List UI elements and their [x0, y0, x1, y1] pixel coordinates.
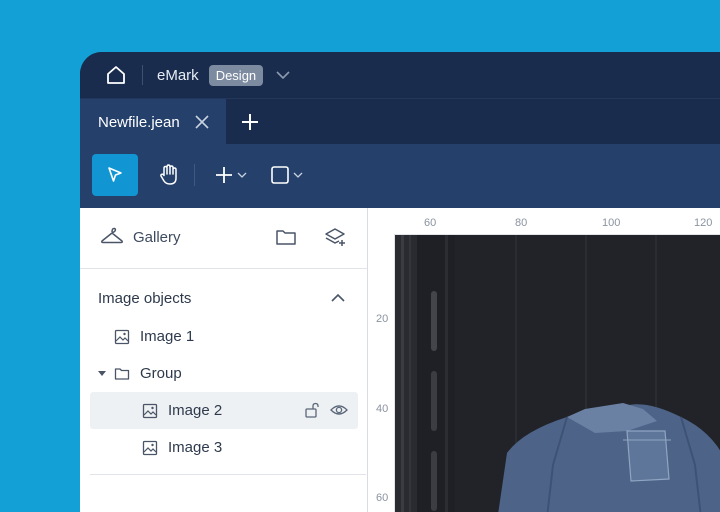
folder-icon: [114, 368, 130, 380]
ruler-tick-label: 20: [376, 313, 389, 325]
toolbar-divider: [194, 164, 195, 186]
home-button[interactable]: [102, 61, 130, 89]
chevron-down-icon: [237, 172, 246, 178]
list-item-image-2[interactable]: Image 2: [90, 392, 358, 429]
list-item-label: Image 1: [140, 328, 195, 345]
list-item-group[interactable]: Group: [90, 355, 358, 392]
list-item-label: Group: [140, 365, 182, 382]
ruler-tick-label: 60: [376, 492, 389, 504]
list-item-image-3[interactable]: Image 3: [90, 429, 358, 466]
tab-newfile[interactable]: Newfile.jean: [80, 99, 226, 145]
add-tab-icon[interactable]: [240, 112, 260, 132]
app-window: eMark Design Newfile.jean Gallery Image …: [80, 52, 720, 512]
titlebar: eMark Design: [80, 52, 720, 98]
canvas-image[interactable]: [395, 235, 720, 512]
mode-dropdown-button[interactable]: [273, 65, 293, 85]
image-icon: [114, 329, 130, 345]
image-icon: [142, 440, 158, 456]
ruler-tick-label: 60: [424, 217, 437, 229]
ruler-tick-label: 40: [376, 403, 389, 415]
gallery-header: Gallery: [80, 208, 367, 269]
app-name: eMark: [157, 66, 199, 84]
hanger-icon: [100, 227, 124, 244]
ruler-tick-label: 120: [694, 217, 713, 229]
caret-down-icon[interactable]: [98, 371, 106, 377]
denim-jacket-photo: [395, 235, 720, 512]
mode-badge[interactable]: Design: [208, 64, 264, 86]
ruler-tick-label: 100: [602, 217, 621, 229]
select-tool-button[interactable]: [92, 154, 138, 196]
shape-tool-button[interactable]: [266, 158, 306, 192]
plus-icon: [215, 167, 232, 183]
square-icon: [270, 166, 289, 184]
ruler-top: 60 80 100 120: [368, 208, 720, 235]
add-layer-icon[interactable]: [323, 226, 347, 248]
title-divider: [142, 65, 143, 85]
close-icon[interactable]: [194, 114, 210, 130]
list-item-image-1[interactable]: Image 1: [90, 318, 358, 355]
cursor-icon: [108, 167, 122, 182]
unlock-icon[interactable]: [304, 402, 320, 418]
tab-label: Newfile.jean: [98, 113, 180, 131]
ruler-tick-label: 80: [515, 217, 528, 229]
section-title: Image objects: [98, 290, 192, 307]
add-tool-button[interactable]: [210, 158, 250, 192]
panel-divider: [90, 474, 366, 475]
chevron-up-icon[interactable]: [330, 290, 346, 306]
list-item-label: Image 3: [168, 439, 223, 456]
chevron-down-icon: [293, 172, 302, 178]
ruler-left: 20 40 60: [368, 234, 395, 512]
canvas-area[interactable]: 60 80 100 120 20 40 60: [368, 208, 720, 512]
list-item-label: Image 2: [168, 402, 223, 419]
folder-icon[interactable]: [275, 227, 297, 247]
hand-tool-button[interactable]: [148, 154, 190, 196]
toolbar: [80, 144, 720, 208]
home-icon: [107, 66, 125, 84]
eye-icon[interactable]: [330, 402, 348, 418]
tab-bar: Newfile.jean: [80, 98, 720, 145]
chevron-down-icon: [276, 71, 290, 80]
gallery-button[interactable]: Gallery: [133, 229, 181, 246]
layers-panel: Gallery Image objects Image 1 Group Imag…: [80, 208, 368, 512]
hand-icon: [160, 164, 177, 185]
image-icon: [142, 403, 158, 419]
